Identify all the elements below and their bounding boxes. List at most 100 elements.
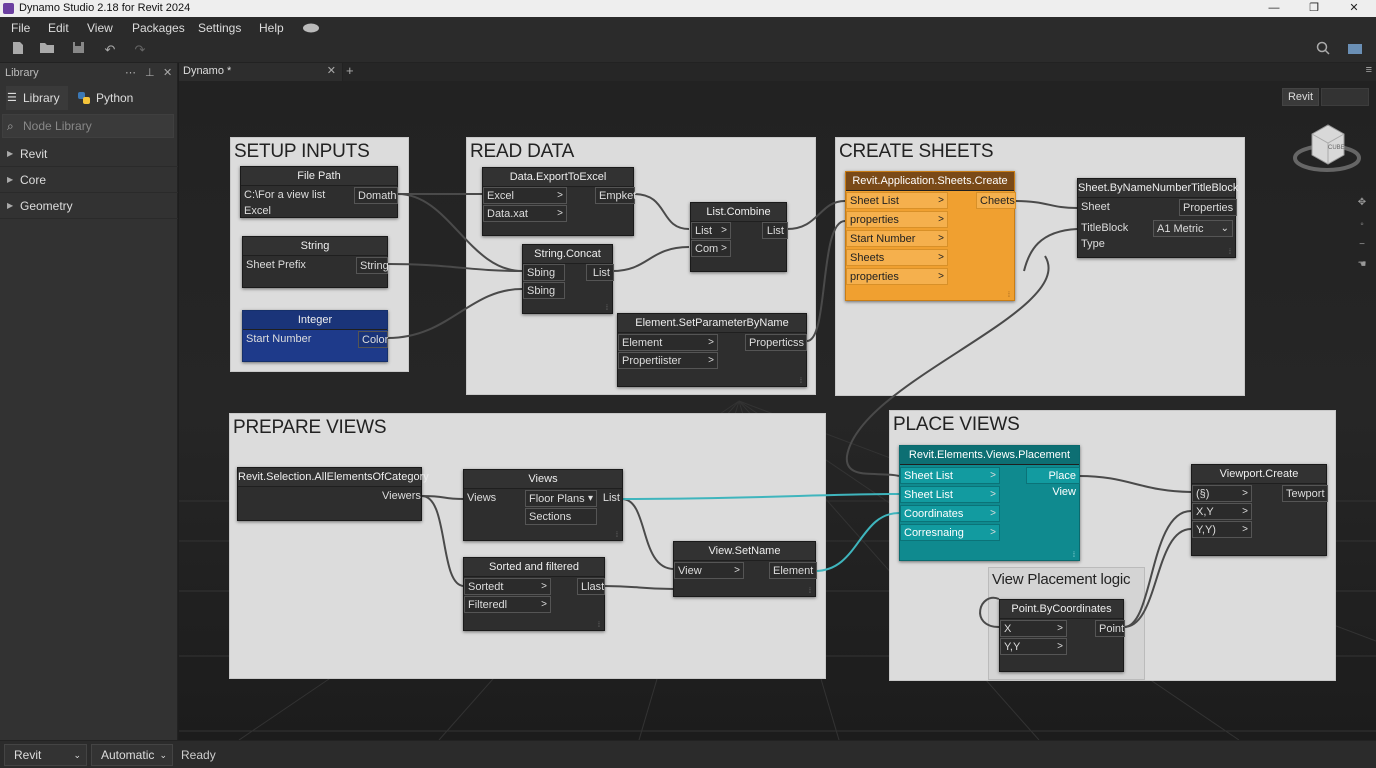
output-port[interactable]: Viewers bbox=[379, 488, 423, 505]
file-path-input[interactable]: C:\For a view list Excel bbox=[241, 187, 354, 217]
input-port[interactable]: Com > bbox=[691, 240, 731, 257]
library-category-revit[interactable]: ▶ Revit bbox=[0, 141, 178, 167]
views-dropdown[interactable]: Floor Plans ▾ bbox=[525, 490, 597, 507]
node-element-set-parameter-by-name[interactable]: Element.SetParameterByName Element > Prop… bbox=[617, 313, 807, 387]
pin-icon[interactable]: ⊥ bbox=[145, 66, 155, 79]
output-port[interactable]: Tewport bbox=[1282, 485, 1328, 502]
hamburger-menu-icon[interactable]: ≡ bbox=[1366, 64, 1372, 76]
input-port[interactable]: Sheets > bbox=[846, 249, 948, 266]
pan-icon[interactable]: ☚ bbox=[1355, 259, 1369, 273]
new-file-icon[interactable] bbox=[9, 41, 27, 59]
orbit-icon[interactable]: ✥ bbox=[1355, 197, 1369, 211]
menu-settings[interactable]: Settings bbox=[198, 21, 241, 35]
search-icon[interactable] bbox=[1314, 41, 1332, 59]
node-file-path[interactable]: File Path C:\For a view list Excel Domat… bbox=[240, 166, 398, 218]
input-port[interactable]: Sheet List > bbox=[900, 486, 1000, 503]
output-port[interactable]: Element bbox=[769, 562, 817, 579]
input-port[interactable]: Filteredl > bbox=[464, 596, 551, 613]
output-port[interactable]: Properticss bbox=[745, 334, 807, 351]
input-port[interactable]: View > bbox=[674, 562, 744, 579]
input-port[interactable]: properties > bbox=[846, 211, 948, 228]
menu-help[interactable]: Help bbox=[259, 21, 284, 35]
save-icon[interactable] bbox=[69, 41, 87, 59]
input-port[interactable]: Sheet List > bbox=[900, 467, 1000, 484]
node-revit-all-elements-of-category[interactable]: Revit.Selection.AllElementsOfCategory Vi… bbox=[237, 467, 429, 521]
input-port[interactable]: Sheet List > bbox=[846, 192, 948, 209]
menu-view[interactable]: View bbox=[87, 21, 113, 35]
input-port[interactable]: Coordinates > bbox=[900, 505, 1000, 522]
output-port[interactable]: List bbox=[762, 222, 788, 239]
node-string-concat[interactable]: String.Concat Sbing Sbing List ⁞ bbox=[522, 244, 614, 314]
add-tab-button[interactable]: + bbox=[346, 63, 354, 78]
panel-close-icon[interactable]: ✕ bbox=[163, 66, 172, 79]
zoom-icon[interactable]: ◦ bbox=[1355, 219, 1369, 233]
tab-dynamo[interactable]: Dynamo * ✕ bbox=[179, 63, 343, 81]
redo-icon[interactable]: ↷ bbox=[131, 41, 149, 59]
node-point-by-coordinates[interactable]: Point.ByCoordinates X > Y,Y > Point bbox=[999, 599, 1125, 672]
node-library-search-input[interactable]: ⌕ Node Library bbox=[2, 114, 174, 138]
input-port[interactable]: Views bbox=[464, 490, 524, 507]
resize-grip-icon[interactable]: ⁞ bbox=[616, 532, 618, 539]
node-sheet-by-name-number-titleblock[interactable]: Sheet.ByNameNumberTitleBlock Sheet Title… bbox=[1077, 178, 1238, 258]
node-view-set-name[interactable]: View.SetName View > Element ⁞ bbox=[673, 541, 817, 597]
library-category-geometry[interactable]: ▶ Geometry bbox=[0, 193, 178, 219]
input-port[interactable]: Start Number > bbox=[846, 230, 948, 247]
output-port[interactable]: Place View bbox=[1026, 467, 1080, 498]
input-port[interactable]: Excel > bbox=[483, 187, 567, 204]
tab-close-icon[interactable]: ✕ bbox=[327, 63, 336, 80]
input-port[interactable]: List > bbox=[691, 222, 731, 239]
input-port[interactable]: TitleBlock Type bbox=[1078, 220, 1153, 250]
input-port[interactable]: Y,Y) > bbox=[1192, 521, 1252, 538]
node-string[interactable]: String Sheet Prefix String bbox=[242, 236, 389, 288]
input-port[interactable]: Y,Y > bbox=[1000, 638, 1067, 655]
input-port[interactable]: Element > bbox=[618, 334, 718, 351]
input-port[interactable]: Corresnaing > bbox=[900, 524, 1000, 541]
output-port[interactable]: String bbox=[356, 257, 389, 274]
input-port[interactable]: Propertiister > bbox=[618, 352, 718, 369]
node-list-combine[interactable]: List.Combine List > Com > List bbox=[690, 202, 788, 272]
output-port[interactable]: Llast bbox=[577, 578, 605, 595]
resize-grip-icon[interactable]: ⁞ bbox=[598, 622, 600, 629]
input-port[interactable]: X,Y > bbox=[1192, 503, 1252, 520]
input-port[interactable]: Data.xat > bbox=[483, 205, 567, 222]
titleblock-dropdown[interactable]: A1 Metric ⌄ bbox=[1153, 220, 1233, 237]
resize-grip-icon[interactable]: ⁞ bbox=[1008, 292, 1010, 299]
string-value-input[interactable]: Sheet Prefix bbox=[243, 257, 356, 274]
input-port[interactable]: Sbing bbox=[523, 264, 565, 281]
output-port[interactable]: Domath bbox=[354, 187, 398, 204]
node-viewport-create[interactable]: Viewport.Create (§) > X,Y > Y,Y) > Tewport bbox=[1191, 464, 1328, 556]
maximize-button[interactable]: ❐ bbox=[1296, 0, 1332, 17]
cloud-icon[interactable] bbox=[302, 22, 320, 33]
account-icon[interactable] bbox=[1346, 41, 1364, 59]
resize-grip-icon[interactable]: ⁞ bbox=[1073, 552, 1075, 559]
input-port[interactable]: Sortedt > bbox=[464, 578, 551, 595]
output-port[interactable]: Color bbox=[358, 331, 388, 348]
integer-value-input[interactable]: Start Number bbox=[243, 331, 358, 348]
tab-python[interactable]: Python bbox=[78, 86, 133, 110]
output-port[interactable]: List bbox=[599, 490, 623, 507]
menu-file[interactable]: File bbox=[11, 21, 30, 35]
menu-edit[interactable]: Edit bbox=[48, 21, 69, 35]
output-port[interactable]: Point bbox=[1095, 620, 1125, 637]
view-toggle-group[interactable] bbox=[1321, 88, 1369, 106]
minimize-button[interactable]: — bbox=[1256, 0, 1292, 17]
node-data-export-to-excel[interactable]: Data.ExportToExcel Excel > Data.xat > Empk… bbox=[482, 167, 636, 236]
open-folder-icon[interactable] bbox=[38, 41, 56, 59]
undo-icon[interactable]: ↶ bbox=[101, 41, 119, 59]
views-option[interactable]: Sections bbox=[525, 508, 597, 525]
node-integer[interactable]: Integer Start Number Color bbox=[242, 310, 388, 362]
node-revit-sheets-create[interactable]: Revit.Application.Sheets.Create Sheet Li… bbox=[845, 171, 1016, 301]
zoom-out-icon[interactable]: − bbox=[1355, 239, 1369, 253]
node-revit-views-placement[interactable]: Revit.Elements.Views.Placement Sheet Lis… bbox=[899, 445, 1080, 561]
library-category-core[interactable]: ▶ Core bbox=[0, 167, 178, 193]
node-sorted-and-filtered[interactable]: Sorted and filtered Sortedt > Filteredl > … bbox=[463, 557, 605, 631]
viewcube-icon[interactable] bbox=[1292, 119, 1362, 181]
run-mode-dropdown[interactable]: Automatic ⌄ bbox=[91, 744, 173, 766]
graph-canvas[interactable]: SETUP INPUTS READ DATA CREATE SHEETS PRE… bbox=[179, 81, 1376, 740]
output-port[interactable]: Cheets bbox=[976, 192, 1016, 209]
output-port[interactable]: Empket bbox=[595, 187, 636, 204]
close-button[interactable]: ✕ bbox=[1336, 0, 1372, 17]
tab-library[interactable]: ☰ Library bbox=[6, 86, 68, 110]
resize-grip-icon[interactable]: ⁞ bbox=[809, 588, 811, 595]
revit-view-badge[interactable]: Revit bbox=[1282, 88, 1319, 106]
